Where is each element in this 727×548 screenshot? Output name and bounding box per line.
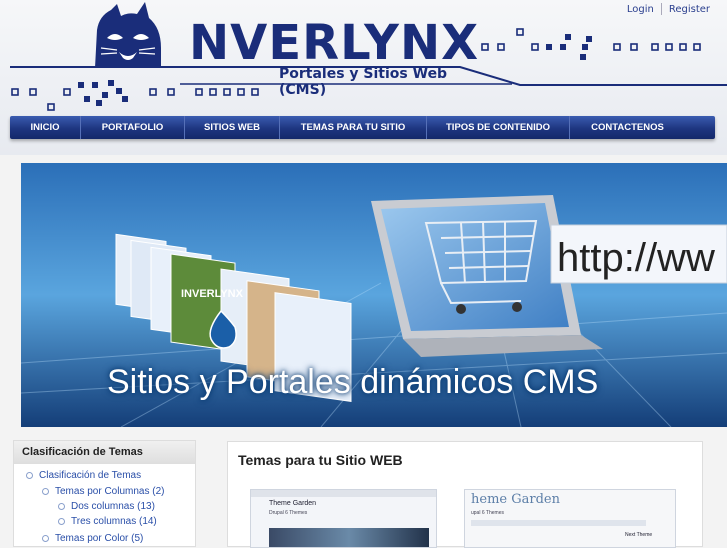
tree-item-tres-columnas[interactable]: Tres columnas (14) [58,516,157,527]
lynx-icon [95,2,161,68]
logo-tagline: Portales y Sitios Web (CMS) [279,66,448,98]
bullet-icon [26,471,33,479]
main-nav: INICIO PORTAFOLIO SITIOS WEB TEMAS PARA … [10,116,715,139]
theme-thumbnail-2[interactable]: heme Garden upal 6 Themes Next Theme [464,489,676,548]
sidebar-title: Clasificación de Temas [14,441,195,464]
hero-banner: INVERLYNX http://ww Sitios y Portales di… [21,163,727,427]
tree-item-label: Clasificación de Temas [39,470,142,481]
bullet-icon [58,517,65,525]
tree-item-label: Temas por Color (5) [55,533,144,544]
tree-item-color[interactable]: Temas por Color (5) [42,533,143,544]
thumb-tabs [471,520,646,526]
banner-mock-brand: INVERLYNX [181,288,244,300]
main-content: Temas para tu Sitio WEB Theme Garden Dru… [227,441,703,548]
tree-item-label: Tres columnas (14) [71,516,157,527]
nav-item-contactenos[interactable]: CONTACTENOS [570,116,685,139]
thumb-tabs [251,490,436,497]
tree-item-label: Temas por Columnas (2) [55,486,165,497]
page-title: Temas para tu Sitio WEB [238,452,403,468]
thumb-title: Theme Garden [269,500,317,507]
theme-thumbnail-1[interactable]: Theme Garden Drupal 6 Themes [250,489,437,548]
bullet-icon [42,487,49,495]
nav-item-sitios-web[interactable]: SITIOS WEB [185,116,280,139]
thumb-subtitle: Drupal 6 Themes [269,510,308,516]
site-header: Login Register NVERLYNX Portales y Sitio… [0,0,727,155]
nav-item-inicio[interactable]: INICIO [10,116,81,139]
bullet-icon [58,502,65,510]
tree-item-clasificacion[interactable]: Clasificación de Temas [26,470,141,481]
nav-item-temas[interactable]: TEMAS PARA TU SITIO [280,116,427,139]
banner-url-text: http://ww [557,236,715,280]
bullet-icon [42,534,49,542]
nav-item-tipos-contenido[interactable]: TIPOS DE CONTENIDO [427,116,570,139]
nav-item-portafolio[interactable]: PORTAFOLIO [81,116,185,139]
thumb-subtitle: upal 6 Themes [471,510,504,516]
banner-caption: Sitios y Portales dinámicos CMS [107,363,599,401]
tree-item-label: Dos columnas (13) [71,501,155,512]
thumb-title: heme Garden [471,492,560,507]
logo-name: NVERLYNX [189,15,480,71]
thumb-side: Next Theme [625,532,653,538]
tree-item-columnas[interactable]: Temas por Columnas (2) [42,486,164,497]
site-logo[interactable]: NVERLYNX Portales y Sitios Web (CMS) [93,2,478,98]
thumb-image [269,528,429,547]
sidebar-block: Clasificación de Temas Clasificación de … [13,440,196,547]
tree-item-dos-columnas[interactable]: Dos columnas (13) [58,501,155,512]
